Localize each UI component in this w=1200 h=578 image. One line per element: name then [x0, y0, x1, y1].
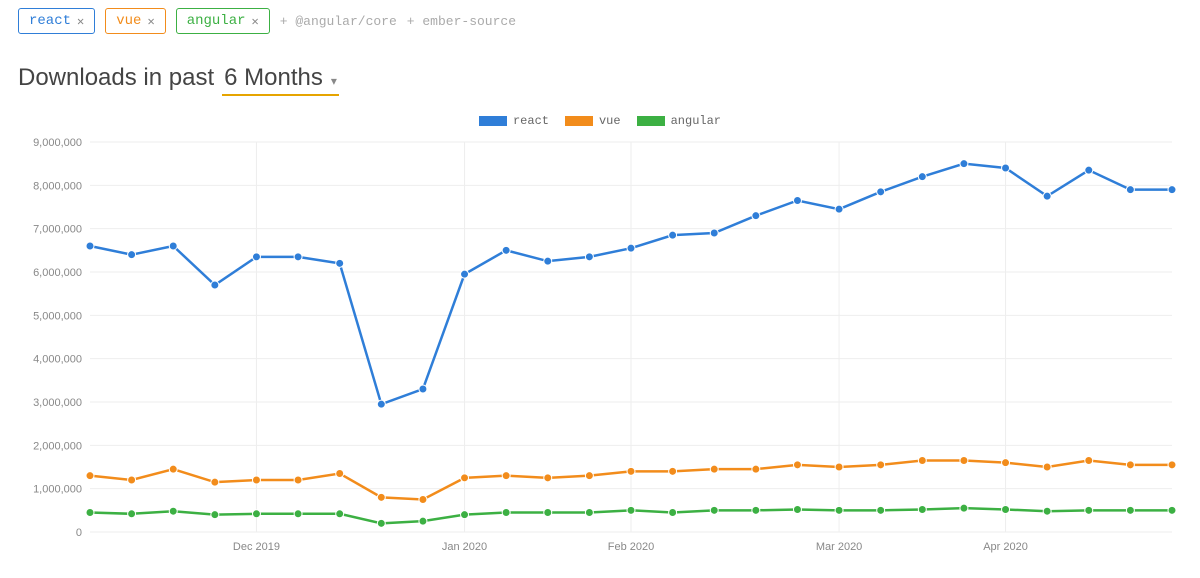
tag-react[interactable]: react ✕	[18, 8, 95, 34]
svg-text:9,000,000: 9,000,000	[33, 137, 82, 149]
tag-label: angular	[187, 13, 246, 29]
svg-text:1,000,000: 1,000,000	[33, 484, 82, 496]
svg-text:5,000,000: 5,000,000	[33, 310, 82, 322]
close-icon[interactable]: ✕	[77, 14, 84, 29]
tag-vue[interactable]: vue ✕	[105, 8, 165, 34]
legend-item-angular[interactable]: angular	[637, 114, 721, 128]
close-icon[interactable]: ✕	[147, 14, 154, 29]
svg-text:Mar 2020: Mar 2020	[816, 541, 862, 553]
svg-text:Apr 2020: Apr 2020	[983, 541, 1028, 553]
close-icon[interactable]: ✕	[252, 14, 259, 29]
timerange-dropdown[interactable]: 6 Months ▾	[222, 64, 339, 96]
tag-row: react ✕ vue ✕ angular ✕ + @angular/core …	[18, 8, 1182, 34]
svg-text:3,000,000: 3,000,000	[33, 397, 82, 409]
svg-text:2,000,000: 2,000,000	[33, 440, 82, 452]
tag-angular[interactable]: angular ✕	[176, 8, 270, 34]
svg-text:4,000,000: 4,000,000	[33, 354, 82, 366]
chart-legend: react vue angular	[18, 114, 1182, 128]
chevron-down-icon: ▾	[331, 74, 337, 88]
svg-text:Jan 2020: Jan 2020	[442, 541, 487, 553]
timerange-value: 6 Months	[224, 64, 323, 92]
legend-item-react[interactable]: react	[479, 114, 549, 128]
svg-text:6,000,000: 6,000,000	[33, 267, 82, 279]
title-row: Downloads in past 6 Months ▾	[18, 64, 1182, 96]
tag-label: react	[29, 13, 71, 29]
suggestion-angular-core[interactable]: + @angular/core	[280, 14, 397, 29]
svg-text:7,000,000: 7,000,000	[33, 224, 82, 236]
downloads-chart: 0 1,000,000 2,000,000 3,000,000 4,000,000 5,0…	[18, 134, 1182, 562]
page-title: Downloads in past	[18, 64, 214, 92]
svg-text:Feb 2020: Feb 2020	[608, 541, 654, 553]
suggestion-ember-source[interactable]: + ember-source	[407, 14, 516, 29]
legend-item-vue[interactable]: vue	[565, 114, 621, 128]
svg-text:8,000,000: 8,000,000	[33, 180, 82, 192]
svg-text:0: 0	[76, 527, 82, 539]
chart-container: react vue angular 0 1,000,000 2,000,000 3,0…	[18, 114, 1182, 562]
svg-text:Dec 2019: Dec 2019	[233, 541, 280, 553]
tag-label: vue	[116, 13, 141, 29]
